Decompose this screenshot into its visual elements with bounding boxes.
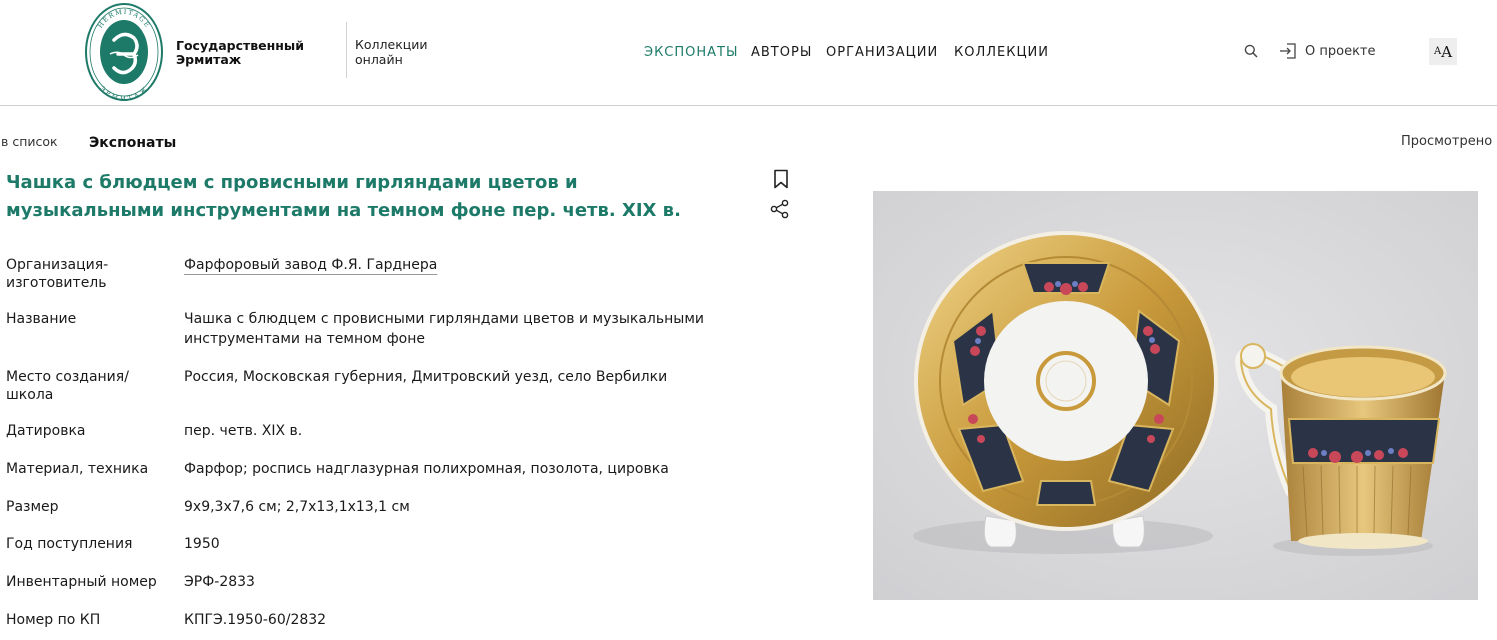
nav-authors[interactable]: АВТОРЫ	[751, 45, 812, 60]
share-icon[interactable]	[770, 199, 790, 219]
collections-online-link[interactable]: Коллекции онлайн	[355, 37, 428, 67]
viewed-link[interactable]: Просмотрено	[1401, 134, 1492, 149]
header-divider	[346, 22, 347, 78]
bookmark-icon[interactable]	[773, 169, 789, 189]
breadcrumb-current: Экспонаты	[89, 135, 177, 151]
font-size-toggle[interactable]: AA	[1429, 38, 1457, 65]
attribute-label: Место создания/ школа	[6, 369, 129, 403]
font-size-big-letter: A	[1441, 42, 1453, 61]
attribute-value: 9x9,3x7,6 см; 2,7x13,1x13,1 см	[184, 499, 410, 515]
nav-organizations[interactable]: ОРГАНИЗАЦИИ	[826, 45, 938, 60]
attribute-value: пер. четв. XIX в.	[184, 423, 303, 439]
attribute-label: Размер	[6, 499, 59, 515]
search-icon[interactable]	[1244, 44, 1258, 58]
attribute-label: Год поступления	[6, 536, 133, 552]
attribute-label: Организация-изготовитель	[6, 257, 109, 291]
site-header: HERMITAGE ЭРМИТАЖ Государственный Эрмита…	[0, 0, 1497, 106]
nav-collections[interactable]: КОЛЛЕКЦИИ	[954, 45, 1049, 60]
brand-line-2: Эрмитаж	[176, 52, 242, 67]
attribute-value: ЭРФ-2833	[184, 574, 255, 590]
svg-text:ЭРМИТАЖ: ЭРМИТАЖ	[98, 84, 150, 102]
nav-exhibits[interactable]: ЭКСПОНАТЫ	[644, 45, 738, 60]
attribute-value: Фарфор; роспись надглазурная полихромная…	[184, 461, 669, 477]
attribute-value: КПГЭ.1950-60/2832	[184, 612, 327, 628]
exhibit-photo[interactable]	[873, 191, 1478, 600]
hermitage-logo[interactable]: HERMITAGE ЭРМИТАЖ	[84, 2, 164, 102]
collections-line-2: онлайн	[355, 51, 403, 67]
attribute-label: Номер по КП	[6, 612, 101, 628]
back-to-list-link[interactable]: в список	[1, 134, 58, 149]
attribute-value: 1950	[184, 536, 220, 552]
attribute-label: Материал, техника	[6, 461, 149, 477]
item-title: Чашка с блюдцем с провисными гирляндами …	[6, 172, 681, 221]
login-icon[interactable]	[1279, 42, 1297, 60]
attribute-label: Датировка	[6, 423, 86, 439]
attribute-value: Чашка с блюдцем с провисными гирляндами …	[184, 311, 704, 347]
brand-line-1: Государственный	[176, 38, 304, 53]
attribute-value: Россия, Московская губерния, Дмитровский…	[184, 369, 668, 385]
collections-line-1: Коллекции	[355, 37, 428, 52]
manufacturer-link[interactable]: Фарфоровый завод Ф.Я. Гарднера	[184, 255, 744, 275]
attribute-label: Инвентарный номер	[6, 574, 157, 590]
attribute-label: Название	[6, 311, 77, 327]
about-project-link[interactable]: О проекте	[1305, 44, 1376, 59]
brand-name[interactable]: Государственный Эрмитаж	[176, 39, 304, 67]
